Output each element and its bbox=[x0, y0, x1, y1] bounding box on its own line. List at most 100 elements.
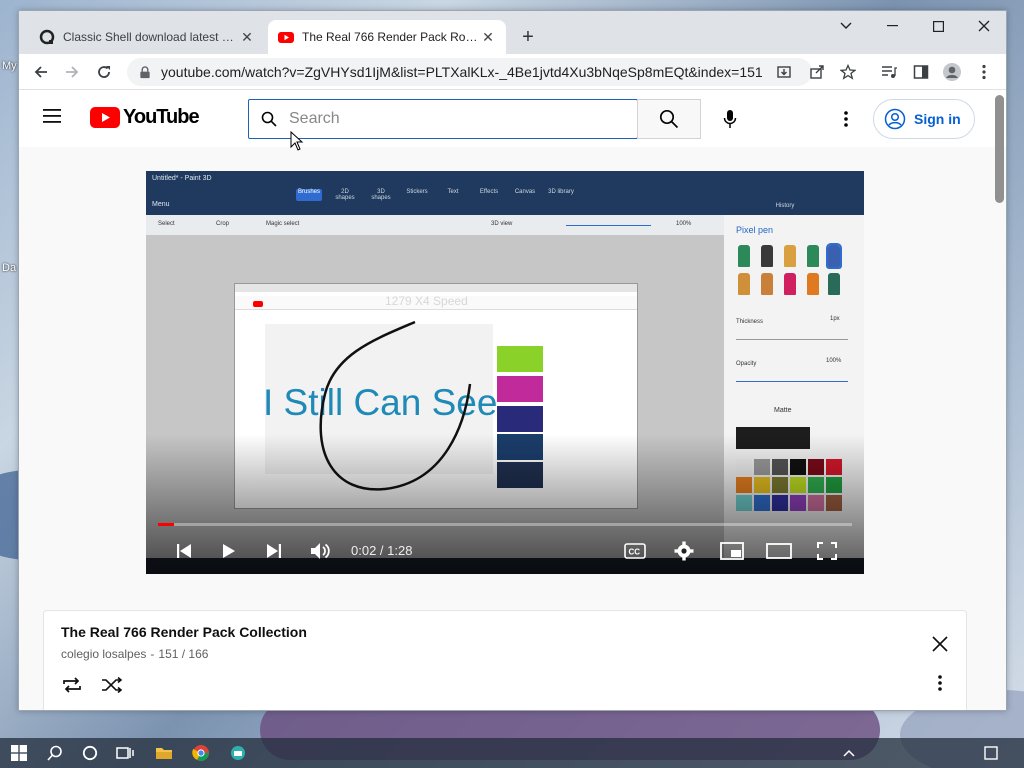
video-frame-zoom-slider bbox=[566, 225, 651, 226]
sign-in-button[interactable]: Sign in bbox=[873, 99, 975, 139]
account-icon bbox=[884, 108, 906, 130]
chrome-icon[interactable] bbox=[188, 741, 214, 765]
video-frame-thumbnail bbox=[497, 346, 543, 372]
browser-toolbar: youtube.com/watch?v=ZgVHYsd1IjM&list=PLT… bbox=[19, 54, 1006, 90]
video-frame-panel-label: Matte bbox=[774, 407, 792, 414]
browser-menu-icon[interactable] bbox=[972, 60, 996, 84]
playlist-channel[interactable]: colegio losalpes bbox=[61, 647, 146, 661]
video-frame-tool: 3D shapes bbox=[371, 189, 391, 201]
video-progress-fill bbox=[158, 523, 174, 526]
close-playlist-icon[interactable] bbox=[928, 632, 952, 656]
video-frame-panel-label: Opacity bbox=[736, 361, 757, 367]
youtube-wordmark: YouTube bbox=[123, 106, 200, 128]
video-frame-subtool: Select bbox=[158, 221, 175, 227]
video-frame-subtool: Magic select bbox=[266, 221, 300, 227]
video-frame-panel-label: Thickness bbox=[736, 319, 764, 325]
back-icon[interactable] bbox=[29, 60, 53, 84]
youtube-header: YouTube Sign in bbox=[19, 91, 1006, 147]
video-frame-subtool: 3D view bbox=[491, 221, 513, 227]
forward-icon[interactable] bbox=[60, 60, 84, 84]
video-progress-bar[interactable] bbox=[158, 523, 852, 526]
windows-start-icon[interactable] bbox=[6, 741, 32, 765]
video-frame-panel-value: 1px bbox=[830, 316, 840, 322]
video-frame-tool: Brushes bbox=[296, 189, 322, 201]
search-icon bbox=[659, 109, 679, 129]
windows-taskbar bbox=[0, 738, 1024, 768]
player-controls-gradient bbox=[146, 434, 864, 574]
fullscreen-icon[interactable] bbox=[809, 538, 845, 564]
app-taskbar-icon[interactable] bbox=[225, 741, 251, 765]
share-icon[interactable] bbox=[805, 60, 829, 84]
playlist-title[interactable]: The Real 766 Render Pack Collection bbox=[61, 624, 307, 640]
video-frame-faint-text: 1279 X4 Speed bbox=[385, 294, 468, 308]
maximize-button[interactable] bbox=[915, 11, 961, 41]
hamburger-menu-icon[interactable] bbox=[43, 108, 67, 132]
browser-window: Classic Shell download latest vers ✕ The… bbox=[18, 10, 1007, 711]
tab-title: Classic Shell download latest vers bbox=[63, 30, 239, 44]
tab-title: The Real 766 Render Pack Round bbox=[302, 30, 480, 44]
minimize-button[interactable] bbox=[869, 11, 915, 41]
video-frame-tool: Canvas bbox=[514, 189, 536, 195]
page-scrollbar[interactable] bbox=[995, 95, 1004, 203]
new-tab-button[interactable]: + bbox=[516, 25, 540, 49]
notification-center-icon[interactable] bbox=[978, 741, 1004, 765]
theater-mode-icon[interactable] bbox=[761, 538, 797, 564]
desktop-icon-label[interactable]: My bbox=[2, 60, 17, 72]
youtube-icon bbox=[278, 32, 294, 43]
side-panel-icon[interactable] bbox=[909, 60, 933, 84]
tray-chevron-icon[interactable] bbox=[836, 741, 862, 765]
video-frame-paint3d-header: Untitled* - Paint 3D Menu Brushes 2D sha… bbox=[146, 171, 864, 215]
playlist-meta: colegio losalpes -151 / 166 bbox=[61, 647, 212, 661]
tab-youtube-video[interactable]: The Real 766 Render Pack Round ✕ bbox=[268, 20, 506, 54]
video-frame-tool: 2D shapes bbox=[335, 189, 355, 201]
sign-in-label: Sign in bbox=[914, 111, 961, 127]
tab-search-icon[interactable] bbox=[823, 11, 869, 41]
settings-gear-icon[interactable] bbox=[666, 538, 702, 564]
close-window-button[interactable] bbox=[961, 11, 1006, 41]
bookmark-star-icon[interactable] bbox=[836, 60, 860, 84]
reload-icon[interactable] bbox=[92, 60, 116, 84]
task-view-icon[interactable] bbox=[112, 741, 138, 765]
cortana-icon[interactable] bbox=[77, 741, 103, 765]
volume-icon[interactable] bbox=[302, 538, 338, 564]
search-button[interactable] bbox=[637, 99, 701, 139]
miniplayer-icon[interactable] bbox=[714, 538, 750, 564]
video-frame-thumbnail bbox=[497, 406, 543, 432]
desktop-icon-label[interactable]: Da bbox=[2, 262, 16, 274]
address-bar[interactable]: youtube.com/watch?v=ZgVHYsd1IjM&list=PLT… bbox=[127, 58, 812, 86]
video-player[interactable]: Untitled* - Paint 3D Menu Brushes 2D sha… bbox=[146, 171, 864, 574]
next-video-icon[interactable] bbox=[256, 538, 292, 564]
video-frame-subtool: Crop bbox=[216, 221, 230, 227]
svg-text:CC: CC bbox=[629, 548, 641, 557]
close-tab-icon[interactable]: ✕ bbox=[480, 29, 496, 46]
close-tab-icon[interactable]: ✕ bbox=[239, 29, 255, 46]
youtube-page: YouTube Sign in bbox=[19, 91, 1006, 710]
video-frame-tool: Stickers bbox=[406, 189, 428, 195]
profile-avatar-icon[interactable] bbox=[940, 60, 964, 84]
search-input[interactable] bbox=[289, 110, 637, 128]
previous-video-icon[interactable] bbox=[166, 538, 202, 564]
media-control-icon[interactable] bbox=[877, 60, 901, 84]
video-frame-menu-label: Menu bbox=[152, 201, 170, 208]
youtube-logo-icon bbox=[90, 107, 120, 128]
lock-icon bbox=[140, 65, 150, 78]
youtube-logo[interactable]: YouTube bbox=[90, 106, 200, 129]
tab-classic-shell[interactable]: Classic Shell download latest vers ✕ bbox=[29, 20, 265, 54]
play-icon[interactable] bbox=[211, 538, 247, 564]
taskbar-search-icon[interactable] bbox=[42, 741, 68, 765]
playlist-separator: - bbox=[150, 647, 155, 661]
video-frame-panel-value: 100% bbox=[826, 358, 842, 364]
file-explorer-icon[interactable] bbox=[151, 741, 177, 765]
url-text: youtube.com/watch?v=ZgVHYsd1IjM&list=PLT… bbox=[161, 64, 763, 80]
settings-more-icon[interactable] bbox=[834, 107, 858, 131]
video-frame-tool-row: Brushes 2D shapes 3D shapes Stickers Tex… bbox=[296, 189, 574, 201]
captions-icon[interactable]: CC bbox=[617, 538, 653, 564]
voice-search-mic-icon[interactable] bbox=[714, 103, 746, 135]
shuffle-playlist-icon[interactable] bbox=[100, 673, 124, 697]
loop-playlist-icon[interactable] bbox=[60, 673, 84, 697]
install-app-icon[interactable] bbox=[772, 60, 796, 84]
search-box[interactable] bbox=[248, 99, 638, 139]
playlist-more-icon[interactable] bbox=[928, 671, 952, 695]
video-frame-window-title: Untitled* - Paint 3D bbox=[152, 175, 212, 182]
search-icon bbox=[249, 111, 289, 127]
